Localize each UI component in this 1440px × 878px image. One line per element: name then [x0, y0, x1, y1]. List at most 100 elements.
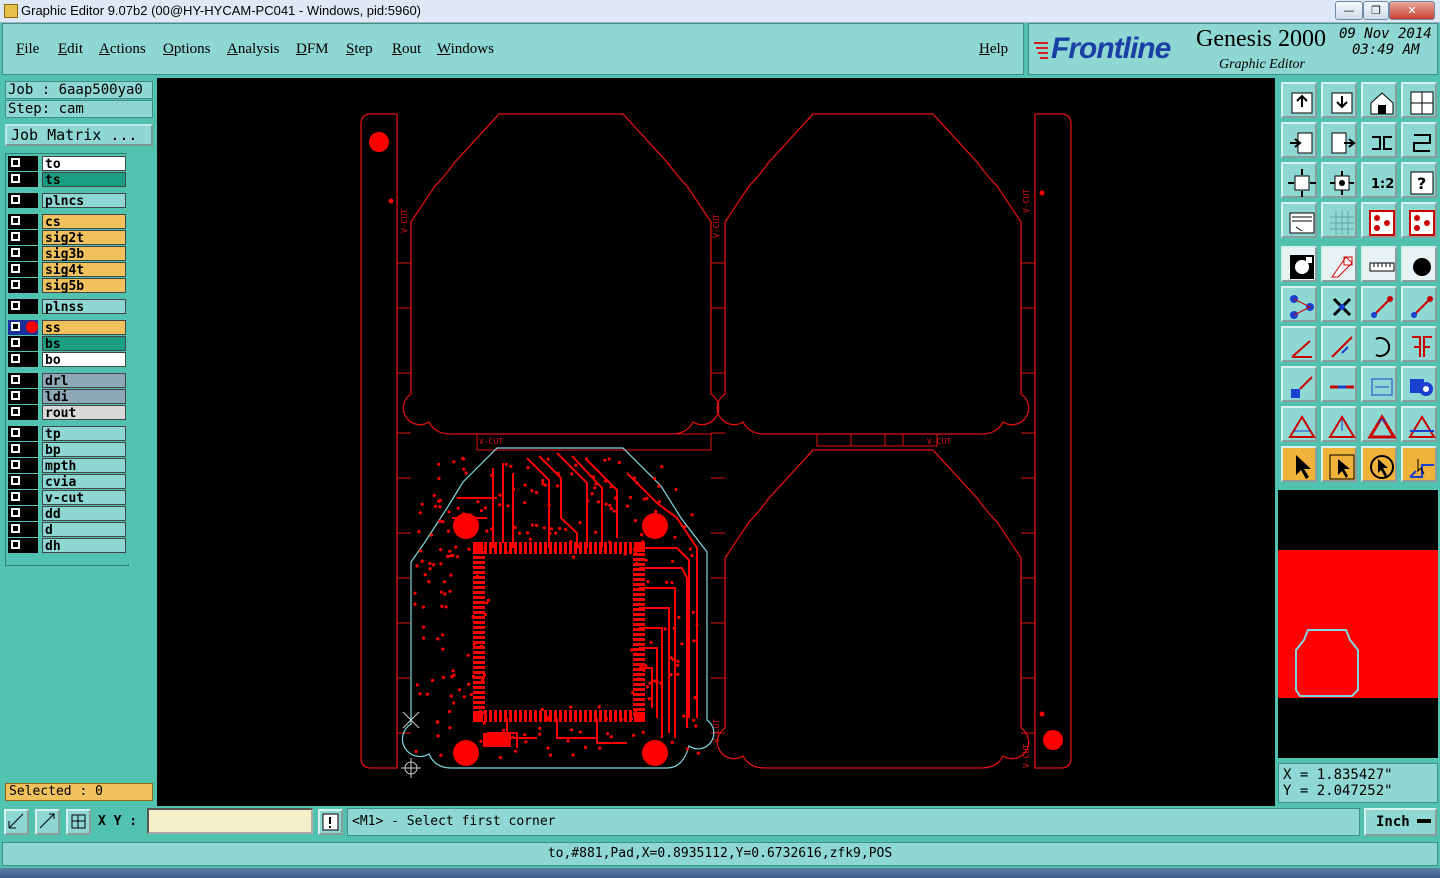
layer-name[interactable]: plnss [42, 299, 126, 315]
layer-checkbox[interactable] [11, 444, 20, 453]
cross-icon[interactable] [1321, 286, 1357, 322]
layer-row-tp[interactable]: tp [8, 426, 126, 442]
layer-checkbox[interactable] [11, 158, 20, 167]
layer-checkbox[interactable] [11, 280, 20, 289]
menu-windows[interactable]: Windows [437, 41, 494, 58]
layer-row-drl[interactable]: drl [8, 373, 126, 389]
menu-actions[interactable]: Actions [99, 41, 146, 58]
layer-name[interactable]: ss [42, 320, 126, 336]
layer-name[interactable]: sig5b [42, 278, 126, 294]
layer-checkbox[interactable] [11, 391, 20, 400]
mirror-icon[interactable] [1401, 326, 1437, 362]
layer-row-ss[interactable]: ss [8, 320, 126, 336]
layer-name[interactable]: bs [42, 336, 126, 352]
pad-icon[interactable] [1281, 246, 1317, 282]
menu-dfm[interactable]: DFM [296, 41, 329, 58]
menu-file[interactable]: File [16, 41, 39, 58]
layer-name[interactable]: drl [42, 373, 126, 389]
layer-checkbox[interactable] [11, 338, 20, 347]
layer-name[interactable]: plncs [42, 193, 126, 209]
xy-input[interactable] [147, 808, 313, 834]
next-icon[interactable] [1321, 122, 1357, 158]
layer-row-cs[interactable]: cs [8, 214, 126, 230]
redo-icon[interactable] [1401, 122, 1437, 158]
break-icon[interactable] [1321, 366, 1357, 402]
layer-name[interactable]: d [42, 522, 126, 538]
layer-row-to[interactable]: to [8, 156, 126, 172]
layer-checkbox[interactable] [11, 174, 20, 183]
layer-row-bs[interactable]: bs [8, 336, 126, 352]
layer-name[interactable]: rout [42, 405, 126, 421]
layer-row-sig3b[interactable]: sig3b [8, 246, 126, 262]
pcb-panel-drawing[interactable]: V-CUT V-CUTV-CUTV-CUTV-CUTV-CUT V-CUT [157, 78, 1275, 806]
layer-name[interactable]: sig3b [42, 246, 126, 262]
circle-icon[interactable] [1401, 246, 1437, 282]
move-icon[interactable] [1281, 366, 1317, 402]
layer-name[interactable]: dd [42, 506, 126, 522]
zoom-line-icon[interactable] [35, 809, 60, 835]
layer-checkbox[interactable] [11, 354, 20, 363]
menu-edit[interactable]: Edit [58, 41, 83, 58]
route-icon[interactable] [1401, 446, 1437, 482]
tri4-icon[interactable] [1401, 406, 1437, 442]
layer-row-ldi[interactable]: ldi [8, 389, 126, 405]
pointer-icon[interactable] [1281, 446, 1317, 482]
layer-name[interactable]: cs [42, 214, 126, 230]
layer-name[interactable]: tp [42, 426, 126, 442]
tri2-icon[interactable] [1321, 406, 1357, 442]
layer-row-dh[interactable]: dh [8, 538, 126, 554]
edge-icon[interactable] [1281, 326, 1317, 362]
close-button[interactable]: ✕ [1389, 1, 1435, 20]
layer-checkbox[interactable] [11, 322, 20, 331]
layer-checkbox[interactable] [11, 476, 20, 485]
layer-row-d[interactable]: d [8, 522, 126, 538]
layer-checkbox[interactable] [11, 232, 20, 241]
prev-icon[interactable] [1281, 122, 1317, 158]
arc-icon[interactable] [1401, 286, 1437, 322]
zoom-window-icon[interactable] [4, 809, 29, 835]
ruler-icon[interactable] [1361, 246, 1397, 282]
zoom-icon[interactable] [1321, 162, 1357, 198]
layer-checkbox[interactable] [11, 428, 20, 437]
menu-rout[interactable]: Rout [392, 41, 421, 58]
save-icon[interactable] [1321, 82, 1357, 118]
open-step-icon[interactable] [1281, 82, 1317, 118]
layer-row-sig4t[interactable]: sig4t [8, 262, 126, 278]
layer-row-rout[interactable]: rout [8, 405, 126, 421]
layer-row-plncs[interactable]: plncs [8, 193, 126, 209]
layer-checkbox[interactable] [11, 540, 20, 549]
layer-name[interactable]: ts [42, 172, 126, 188]
layer-name[interactable]: ldi [42, 389, 126, 405]
layer-checkbox[interactable] [11, 216, 20, 225]
rotate-icon[interactable] [1361, 326, 1397, 362]
menu-options[interactable]: Options [163, 41, 211, 58]
group-icon[interactable] [1401, 366, 1437, 402]
fit-icon[interactable] [1281, 162, 1317, 198]
minimize-button[interactable]: — [1335, 1, 1363, 20]
layer-checkbox[interactable] [11, 248, 20, 257]
layer-checkbox[interactable] [11, 460, 20, 469]
layer-row-dd[interactable]: dd [8, 506, 126, 522]
menu-analysis[interactable]: Analysis [227, 41, 280, 58]
layer-checkbox[interactable] [11, 375, 20, 384]
layer-name[interactable]: to [42, 156, 126, 172]
tri1-icon[interactable] [1281, 406, 1317, 442]
slope-icon[interactable] [1321, 326, 1357, 362]
layer-checkbox[interactable] [11, 407, 20, 416]
undo-icon[interactable] [1361, 122, 1397, 158]
layer-name[interactable]: bp [42, 442, 126, 458]
layer-row-v-cut[interactable]: v-cut [8, 490, 126, 506]
menu-step[interactable]: Step [346, 41, 373, 58]
span-icon[interactable] [1361, 366, 1397, 402]
layer-checkbox[interactable] [11, 492, 20, 501]
alert-icon[interactable] [318, 809, 343, 835]
layer-checkbox[interactable] [11, 264, 20, 273]
layer-row-bp[interactable]: bp [8, 442, 126, 458]
tri3-icon[interactable] [1361, 406, 1397, 442]
menu-help[interactable]: Help [979, 41, 1008, 58]
layer-name[interactable]: cvia [42, 474, 126, 490]
help-icon[interactable]: ? [1401, 162, 1437, 198]
measure-icon[interactable] [1281, 202, 1317, 238]
mouse-icon[interactable] [1361, 446, 1397, 482]
shape-icon[interactable] [1321, 246, 1357, 282]
